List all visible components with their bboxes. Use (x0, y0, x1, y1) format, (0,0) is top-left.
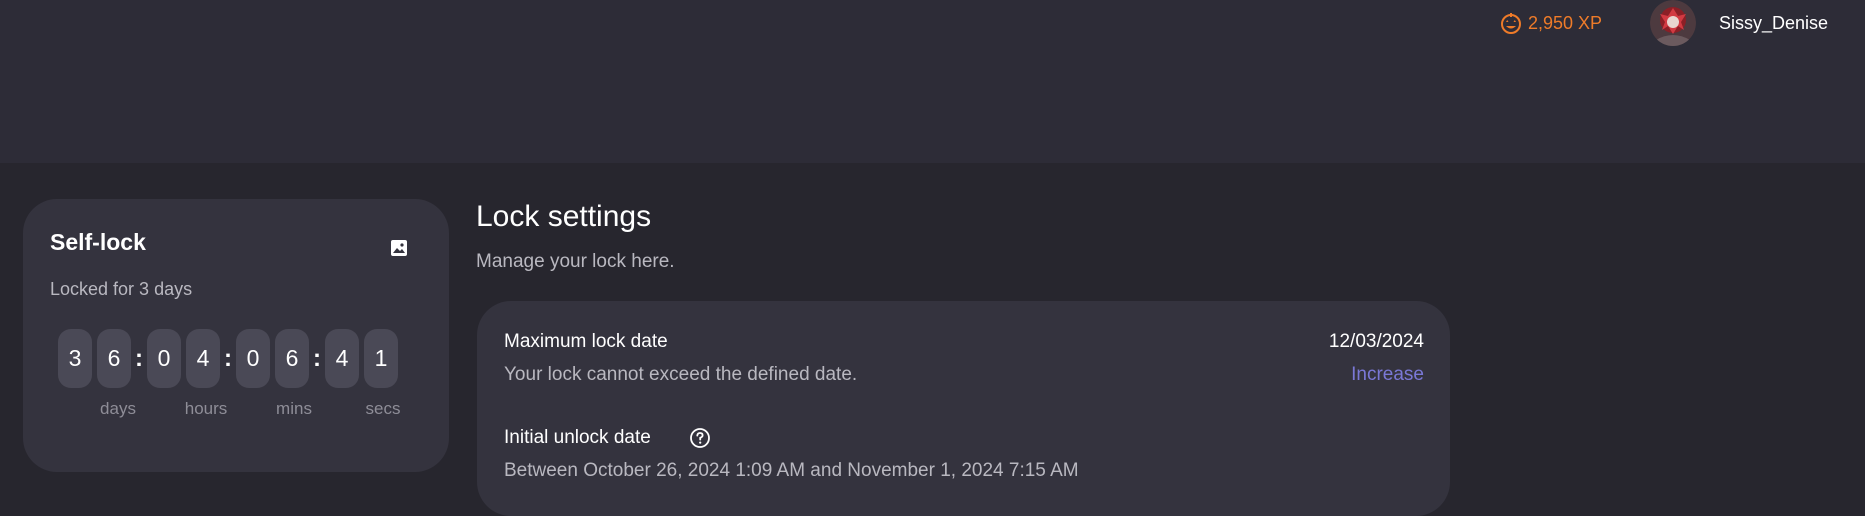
help-circle-icon[interactable] (689, 427, 711, 449)
max-lock-date-description: Your lock cannot exceed the defined date… (504, 364, 858, 385)
avatar[interactable] (1650, 0, 1696, 46)
increase-button[interactable]: Increase (1351, 364, 1424, 386)
timer-unit-mins: mins (276, 399, 312, 418)
timer-separator: : (224, 345, 232, 372)
initial-unlock-date-range: Between October 26, 2024 1:09 AM and Nov… (504, 460, 1079, 481)
xp-text: 2,950 XP (1528, 12, 1603, 33)
self-lock-card: Self-lock Locked for 3 days 3 6 : 0 4 : … (23, 199, 449, 472)
lock-settings-subtitle: Manage your lock here. (476, 251, 675, 272)
timer-digit-hours-1: 0 (147, 329, 181, 388)
timer-digit-hours-2: 4 (186, 329, 220, 388)
timer-digit-secs-1: 4 (325, 329, 359, 388)
xp-counter[interactable]: 2,950 XP (1500, 10, 1602, 36)
initial-unlock-date-label: Initial unlock date (504, 427, 651, 448)
lock-settings-title: Lock settings (476, 200, 652, 233)
top-bar: 2,950 XP Sissy_Denise (0, 0, 1865, 163)
pumpkin-icon (1500, 12, 1522, 34)
username[interactable]: Sissy_Denise (1719, 10, 1828, 36)
timer-digit-days-1: 3 (58, 329, 92, 388)
timer-separator: : (313, 345, 321, 372)
lock-settings-card: Maximum lock date Your lock cannot excee… (477, 301, 1450, 516)
max-lock-date-value: 12/03/2024 (1328, 331, 1424, 352)
timer-unit-days: days (100, 399, 136, 418)
timer-unit-hours: hours (184, 399, 228, 418)
timer-digit-days-2: 6 (97, 329, 131, 388)
timer-unit-secs: secs (365, 399, 401, 418)
timer-separator: : (135, 345, 143, 372)
timer-digit-secs-2: 1 (364, 329, 398, 388)
timer-digit-mins-2: 6 (275, 329, 309, 388)
image-icon[interactable] (390, 239, 408, 257)
max-lock-date-label: Maximum lock date (504, 331, 668, 352)
timer-digit-mins-1: 0 (236, 329, 270, 388)
locked-duration: Locked for 3 days (50, 279, 193, 299)
self-lock-title: Self-lock (50, 229, 146, 255)
